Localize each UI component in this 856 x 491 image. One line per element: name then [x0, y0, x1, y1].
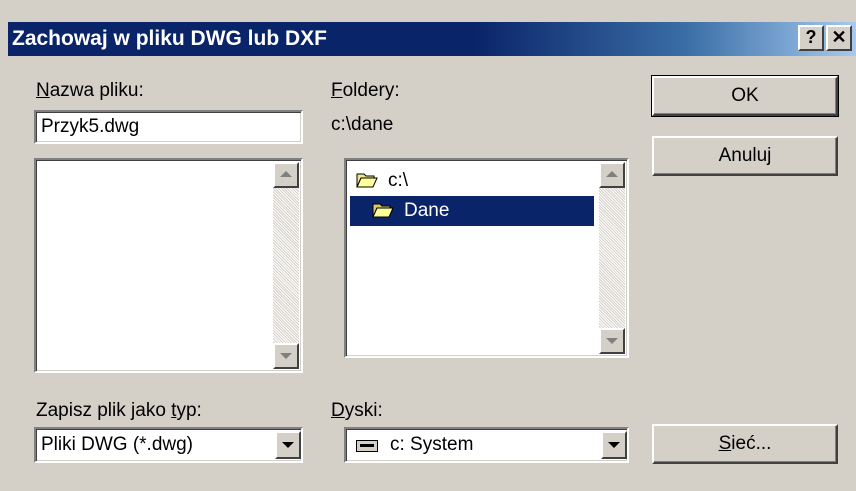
- drives-dropdown-button[interactable]: [601, 431, 627, 459]
- file-list[interactable]: [34, 158, 303, 373]
- drive-icon: [356, 440, 378, 452]
- arrow-down-icon: [606, 338, 618, 344]
- folder-list-scrollbar[interactable]: [599, 162, 625, 354]
- current-path: c:\dane: [331, 114, 394, 135]
- close-button[interactable]: ✕: [826, 25, 852, 51]
- folder-label: Dane: [404, 200, 450, 221]
- save-dialog: Zachowaj w pliku DWG lub DXF ? ✕ Nazwa p…: [0, 0, 856, 491]
- title-bar[interactable]: Zachowaj w pliku DWG lub DXF ? ✕: [8, 22, 856, 56]
- folder-item-root[interactable]: c:\: [350, 166, 594, 196]
- folder-label: c:\: [388, 170, 409, 191]
- ok-button[interactable]: OK: [651, 75, 839, 117]
- chevron-down-icon: [608, 442, 620, 448]
- chevron-down-icon: [282, 442, 294, 448]
- open-folder-icon: [372, 203, 394, 218]
- filetype-value: Pliki DWG (*.dwg): [41, 434, 194, 455]
- folder-list[interactable]: c:\ Dane: [344, 158, 629, 358]
- folder-item-dane[interactable]: Dane: [350, 196, 594, 226]
- arrow-up-icon: [280, 171, 292, 177]
- folders-label: Foldery:: [331, 80, 400, 101]
- file-list-scrollbar[interactable]: [273, 162, 299, 369]
- filename-input[interactable]: Przyk5.dwg: [34, 110, 303, 144]
- scroll-up-button[interactable]: [599, 162, 625, 188]
- arrow-up-icon: [606, 171, 618, 177]
- open-folder-icon: [356, 173, 378, 188]
- drives-select[interactable]: c: System: [344, 427, 629, 463]
- filetype-dropdown-button[interactable]: [275, 431, 301, 459]
- help-button[interactable]: ?: [798, 25, 824, 51]
- scroll-up-button[interactable]: [273, 162, 299, 188]
- filetype-label: Zapisz plik jako typ:: [36, 400, 202, 421]
- scroll-down-button[interactable]: [599, 328, 625, 354]
- arrow-down-icon: [280, 353, 292, 359]
- drives-value: c: System: [390, 434, 474, 455]
- window-title: Zachowaj w pliku DWG lub DXF: [12, 27, 328, 50]
- drives-label: Dyski:: [331, 400, 383, 421]
- scroll-down-button[interactable]: [273, 343, 299, 369]
- network-button[interactable]: Sieć...: [652, 424, 838, 464]
- cancel-button[interactable]: Anuluj: [652, 136, 838, 176]
- filetype-select[interactable]: Pliki DWG (*.dwg): [34, 427, 303, 463]
- filename-label: Nazwa pliku:: [36, 80, 144, 101]
